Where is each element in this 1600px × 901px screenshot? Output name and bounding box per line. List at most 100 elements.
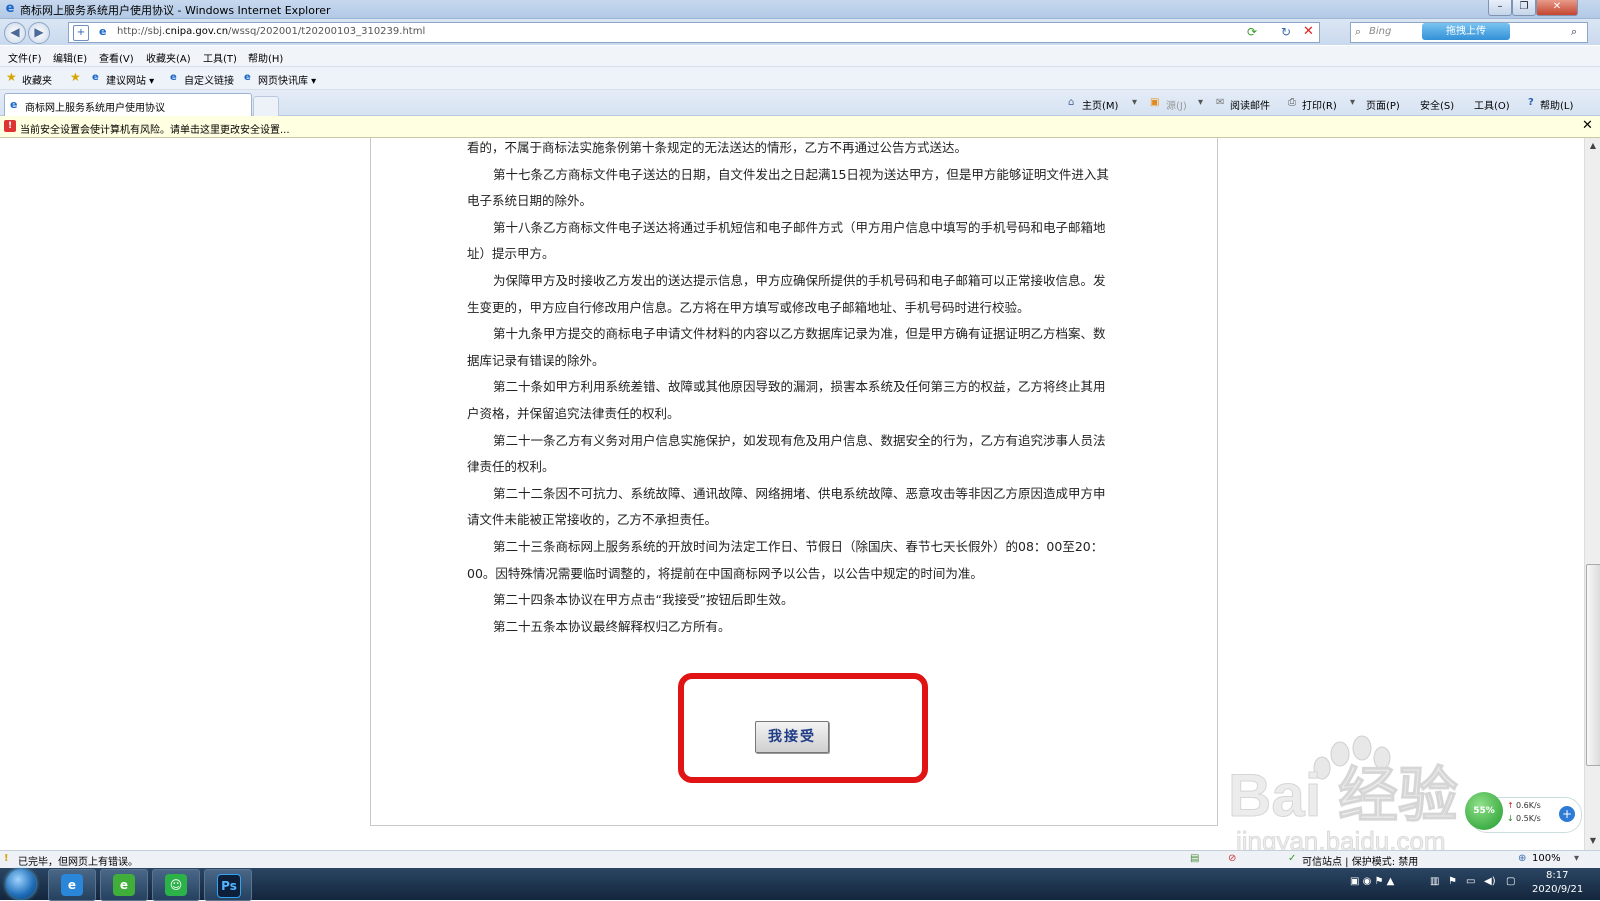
tab-agreement[interactable]: e 商标网上服务系统用户使用协议 [4, 93, 252, 116]
refresh-icon[interactable]: ↻ [1281, 25, 1291, 39]
tab-row: e 商标网上服务系统用户使用协议 ⌂ 主页(M) ▾ ▣ 源(J) ▾ ✉ 阅读… [0, 90, 1600, 116]
cmd-safety[interactable]: 安全(S) [1420, 97, 1454, 112]
menu-file[interactable]: 文件(F) [8, 50, 42, 65]
search-go-icon[interactable]: ⌕ [1571, 25, 1577, 39]
feeds-icon[interactable]: ▣ [1150, 97, 1159, 108]
mail-icon[interactable]: ✉ [1216, 97, 1224, 108]
stop-icon[interactable]: ✕ [1303, 24, 1314, 39]
home-dropdown-icon[interactable]: ▾ [1132, 97, 1137, 108]
scroll-up-icon[interactable]: ▲ [1586, 139, 1600, 153]
start-button[interactable] [6, 869, 36, 899]
forward-button[interactable]: ▶ [28, 22, 50, 44]
fav-custom-links[interactable]: 自定义链接 [184, 72, 234, 87]
cmd-print[interactable]: 打印(R) [1302, 97, 1337, 112]
print-icon[interactable]: ⎙ [1288, 97, 1296, 108]
new-tab-button[interactable] [253, 96, 279, 116]
favorites-button[interactable]: 收藏夹 [22, 72, 52, 87]
status-progress-icon: ▤ [1190, 853, 1200, 864]
cmd-page[interactable]: 页面(P) [1366, 97, 1400, 112]
print-dropdown-icon[interactable]: ▾ [1350, 97, 1355, 108]
wechat-icon: ☺ [165, 874, 187, 896]
accept-highlight-box: 我接受 [678, 673, 928, 783]
agreement-paragraph: 第二十条如甲方利用系统差错、故障或其他原因导致的漏洞，损害本系统及任何第三方的权… [467, 379, 1106, 421]
clock-date[interactable]: 2020/9/21 [1532, 884, 1583, 895]
upload-button[interactable]: 拖拽上传 [1422, 23, 1510, 40]
agreement-text: 看的，不属于商标法实施条例第十条规定的无法送达的情形，乙方不再通过公告方式送达。… [467, 138, 1111, 640]
help-icon: ? [1528, 97, 1534, 108]
tray-network-icon[interactable]: ▥ [1430, 876, 1439, 887]
vertical-scrollbar[interactable]: ▲ ▼ [1584, 138, 1600, 850]
favorites-bar: ★ 收藏夹 ★ e 建议网站 ▾ e 自定义链接 e 网页快讯库 ▾ [0, 67, 1600, 90]
agreement-paragraph: 第二十四条本协议在甲方点击“我接受”按钮后即生效。 [493, 592, 794, 608]
favorites-star-icon: ★ [6, 70, 17, 84]
menu-edit[interactable]: 编辑(E) [53, 50, 87, 65]
agreement-paragraph: 看的，不属于商标法实施条例第十条规定的无法送达的情形，乙方不再通过公告方式送达。 [467, 140, 968, 155]
menu-view[interactable]: 查看(V) [99, 50, 134, 65]
taskbar-browser[interactable]: e [100, 869, 148, 901]
windows-taskbar: e e ☺ Ps ▣ ◉ ⚑ ▲ ▥ ⚑ ▭ ◀) ▢ 8:17 2020/9/… [0, 868, 1600, 901]
address-url[interactable]: http://sbj.cnipa.gov.cn/wssq/202001/t202… [117, 26, 425, 37]
baidu-watermark: Bai 经验 jingyan.baidu.com [1228, 735, 1459, 856]
widget-plus-icon[interactable]: + [1559, 806, 1575, 822]
scroll-down-icon[interactable]: ▼ [1586, 834, 1600, 848]
agreement-paragraph: 第十七条乙方商标文件电子送达的日期，自文件发出之日起满15日视为送达甲方，但是甲… [467, 166, 1109, 209]
menu-bar: 文件(F) 编辑(E) 查看(V) 收藏夹(A) 工具(T) 帮助(H) [0, 46, 1600, 67]
agreement-paragraph: 第二十二条因不可抗力、系统故障、通讯故障、网络拥堵、供电系统故障、恶意攻击等非因… [467, 485, 1106, 528]
security-info-bar[interactable]: ! 当前安全设置会使计算机有风险。请单击这里更改安全设置... ✕ [0, 116, 1600, 138]
title-bar: e 商标网上服务系统用户使用协议 - Windows Internet Expl… [0, 0, 1600, 19]
address-bar-row: ◀ ▶ + e http://sbj.cnipa.gov.cn/wssq/202… [0, 19, 1600, 45]
status-bar: ! 已完毕，但网页上有错误。 ▤ ⊘ ✓ 可信站点 | 保护模式: 禁用 ⊕ 1… [0, 850, 1600, 868]
close-window-button[interactable]: ✕ [1536, 0, 1578, 16]
window-title: 商标网上服务系统用户使用协议 - Windows Internet Explor… [20, 4, 331, 17]
upload-speed: 0.6K/s [1516, 801, 1541, 810]
cmd-help[interactable]: 帮助(L) [1540, 97, 1573, 112]
fav-web-slice-gallery[interactable]: 网页快讯库 ▾ [258, 72, 316, 87]
back-button[interactable]: ◀ [4, 22, 26, 44]
close-infobar-icon[interactable]: ✕ [1582, 118, 1593, 133]
paw-toe [1352, 735, 1372, 761]
tray-icons[interactable]: ▣ ◉ ⚑ ▲ [1350, 876, 1394, 887]
popup-blocker-icon[interactable]: ⊘ [1228, 853, 1236, 864]
warning-icon[interactable]: ! [4, 853, 9, 864]
tray-display-icon[interactable]: ▭ [1466, 876, 1475, 887]
ie-logo-icon: e [5, 1, 15, 16]
restore-button[interactable]: ❐ [1512, 0, 1536, 16]
network-speed-widget[interactable]: 55% ↑ 0.6K/s ↓ 0.5K/s + [1465, 792, 1582, 833]
add-site-icon[interactable]: + [73, 25, 89, 41]
security-shield-icon: ! [4, 120, 16, 132]
tray-volume-icon[interactable]: ◀) [1484, 876, 1496, 887]
tray-flag-icon[interactable]: ⚑ [1448, 876, 1457, 887]
feeds-dropdown-icon[interactable]: ▾ [1198, 97, 1203, 108]
add-favorite-icon[interactable]: ★ [70, 70, 81, 84]
menu-favorites[interactable]: 收藏夹(A) [146, 50, 191, 65]
minimize-button[interactable]: – [1488, 0, 1512, 16]
status-text[interactable]: 已完毕，但网页上有错误。 [18, 853, 138, 868]
address-field[interactable]: + e http://sbj.cnipa.gov.cn/wssq/202001/… [68, 22, 1320, 43]
tray-action-icon[interactable]: ▢ [1506, 876, 1515, 887]
clock-time[interactable]: 8:17 [1546, 870, 1568, 881]
upload-arrow-icon: ↑ [1507, 801, 1514, 810]
fav-suggested-sites[interactable]: 建议网站 ▾ [106, 72, 154, 87]
cmd-read-mail[interactable]: 阅读邮件 [1230, 97, 1270, 112]
page-icon: e [244, 72, 251, 83]
zoom-dropdown-icon[interactable]: ▾ [1574, 853, 1579, 864]
accept-button[interactable]: 我接受 [755, 721, 829, 753]
security-zone-text[interactable]: 可信站点 | 保护模式: 禁用 [1302, 853, 1418, 868]
taskbar-photoshop[interactable]: Ps [204, 869, 252, 901]
info-bar-text[interactable]: 当前安全设置会使计算机有风险。请单击这里更改安全设置... [20, 121, 290, 136]
cmd-home[interactable]: 主页(M) [1082, 97, 1118, 112]
cmd-tools[interactable]: 工具(O) [1474, 97, 1510, 112]
taskbar-ie[interactable]: e [48, 869, 96, 901]
menu-tools[interactable]: 工具(T) [203, 50, 237, 65]
scroll-thumb[interactable] [1586, 564, 1600, 766]
menu-help[interactable]: 帮助(H) [248, 50, 283, 65]
taskbar-wechat[interactable]: ☺ [152, 869, 200, 901]
agreement-paragraph: 第十九条甲方提交的商标电子申请文件材料的内容以乙方数据库记录为准，但是甲方确有证… [467, 326, 1106, 368]
agreement-paragraph: 第二十五条本协议最终解释权归乙方所有。 [493, 618, 731, 634]
cmd-feeds[interactable]: 源(J) [1166, 97, 1187, 112]
tab-label: 商标网上服务系统用户使用协议 [25, 103, 165, 114]
home-icon[interactable]: ⌂ [1068, 97, 1074, 108]
zoom-icon[interactable]: ⊕ [1518, 853, 1526, 864]
zoom-level[interactable]: 100% [1532, 853, 1561, 864]
compat-view-icon[interactable]: ⟳ [1247, 25, 1257, 39]
